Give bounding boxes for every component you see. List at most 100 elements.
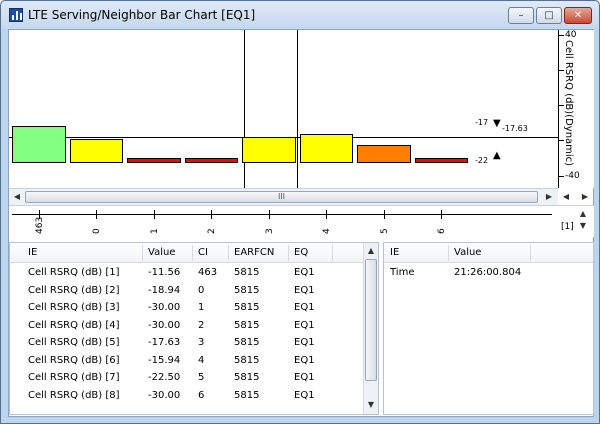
- table-cell: 5: [198, 372, 205, 383]
- x-tick: [96, 210, 98, 219]
- bar-chart-icon: [9, 8, 23, 22]
- table-cell: Cell RSRQ (dB) [2]: [28, 284, 120, 296]
- info-panel: IE Value Time 21:26:00.804: [383, 242, 594, 415]
- maximize-button[interactable]: □: [536, 7, 562, 24]
- scrollbar-thumb[interactable]: [365, 259, 377, 381]
- marker-down-icon: ▼: [493, 118, 501, 129]
- maximize-icon: □: [544, 10, 554, 21]
- col-header-value[interactable]: Value: [148, 247, 175, 258]
- horizontal-scrollbar[interactable]: ◀ III ▶ ◀ ▶: [9, 188, 588, 205]
- table-cell: -30.00: [148, 389, 181, 401]
- table-cell: EQ1: [294, 319, 315, 331]
- scroll-right-icon[interactable]: ▶: [543, 191, 555, 203]
- x-tick-label: 6: [437, 228, 448, 234]
- table-row[interactable]: Cell RSRQ (dB) [3] -30.00 1 5815 EQ1: [10, 300, 378, 317]
- table-row[interactable]: Cell RSRQ (dB) [5] -17.63 3 5815 EQ1: [10, 335, 378, 352]
- bar-2[interactable]: [184, 158, 238, 163]
- table-row[interactable]: Cell RSRQ (dB) [4] -30.00 2 5815 EQ1: [10, 318, 378, 335]
- axis-scroll-right-icon[interactable]: ▶: [579, 191, 591, 203]
- scroll-down-icon[interactable]: ▼: [365, 399, 377, 411]
- col-header-eq[interactable]: EQ: [294, 247, 308, 258]
- table-cell: 5815: [234, 372, 260, 383]
- x-tick-label: 463: [34, 216, 45, 234]
- x-tick-label: 2: [207, 228, 218, 234]
- table-cell: 3: [198, 337, 205, 348]
- y-tick-label-top: 40: [565, 30, 577, 40]
- table-cell: Cell RSRQ (dB) [5]: [28, 337, 120, 348]
- col-header-earfcn[interactable]: EARFCN: [234, 247, 274, 258]
- col-header-ie[interactable]: IE: [28, 247, 37, 258]
- table-cell: -18.94: [148, 284, 181, 296]
- table-row[interactable]: Cell RSRQ (dB) [1] -11.56 463 5815 EQ1: [10, 265, 378, 282]
- column-divider: [297, 30, 298, 188]
- bar-3[interactable]: [242, 136, 296, 163]
- table-cell: 5815: [234, 302, 260, 313]
- bar-4[interactable]: [299, 133, 353, 163]
- y-tick-label-bottom: -40: [565, 171, 580, 181]
- table-cell: 5815: [234, 354, 260, 366]
- col-header-ie[interactable]: IE: [390, 247, 399, 258]
- table-cell: 4: [198, 354, 205, 366]
- col-header-value[interactable]: Value: [454, 247, 481, 258]
- table-cell: -11.56: [148, 267, 181, 278]
- scroll-up-icon[interactable]: ▲: [365, 245, 377, 257]
- title-bar[interactable]: LTE Serving/Neighbor Bar Chart [EQ1] – □…: [1, 1, 599, 29]
- cell-list-panel: IE Value CI EARFCN EQ Cell RSRQ (dB) [1]…: [9, 242, 379, 415]
- marker-bottom-label: -22: [475, 156, 489, 165]
- scroll-left-icon[interactable]: ◀: [11, 191, 23, 203]
- table-cell: 5815: [234, 337, 260, 348]
- table-cell: Cell RSRQ (dB) [7]: [28, 372, 120, 383]
- y-tick: [559, 35, 564, 36]
- spin-up-icon[interactable]: ▲: [576, 208, 590, 220]
- table-row[interactable]: Cell RSRQ (dB) [2] -18.94 0 5815 EQ1: [10, 283, 378, 300]
- table-cell: EQ1: [294, 284, 315, 296]
- x-tick-label: 1: [149, 228, 160, 234]
- marker-up-icon: ▲: [493, 150, 501, 161]
- x-axis: [1] 463 0 1 2 3 4 5 6: [9, 205, 594, 237]
- x-tick-label: 4: [322, 228, 333, 234]
- window-title: LTE Serving/Neighbor Bar Chart [EQ1]: [28, 8, 256, 22]
- bar-1[interactable]: [127, 158, 181, 163]
- marker-value-label: -17.63: [502, 124, 528, 133]
- table-cell: -15.94: [148, 354, 181, 366]
- vertical-scrollbar[interactable]: ▲ ▼: [363, 243, 378, 414]
- x-tick: [326, 210, 328, 219]
- minimize-icon: –: [518, 10, 524, 21]
- table-cell: 5815: [234, 319, 260, 331]
- y-tick: [559, 176, 564, 177]
- table-row[interactable]: Cell RSRQ (dB) [8] -30.00 6 5815 EQ1: [10, 388, 378, 405]
- bar-0[interactable]: [69, 138, 123, 163]
- table-cell: EQ1: [294, 389, 315, 401]
- axis-scroll-left-icon[interactable]: ◀: [560, 191, 572, 203]
- window: LTE Serving/Neighbor Bar Chart [EQ1] – □…: [0, 0, 600, 424]
- x-tick-label: 5: [379, 228, 390, 234]
- info-table-header: IE Value: [384, 243, 593, 263]
- x-tick: [268, 210, 270, 219]
- page-spinner[interactable]: ▲ ▼: [576, 208, 590, 236]
- y-axis: 40 -40 Cell RSRQ (dB)(Dynamic): [558, 30, 594, 188]
- table-cell: 5815: [234, 389, 260, 401]
- column-divider: [244, 30, 245, 188]
- minimize-button[interactable]: –: [508, 7, 534, 24]
- close-icon: ✕: [573, 10, 583, 21]
- scrollbar-thumb[interactable]: III: [25, 191, 538, 203]
- bar-5[interactable]: [357, 145, 411, 163]
- x-tick-label: 0: [92, 228, 103, 234]
- table-row[interactable]: Time 21:26:00.804: [384, 265, 593, 282]
- table-row[interactable]: Cell RSRQ (dB) [6] -15.94 4 5815 EQ1: [10, 353, 378, 370]
- table-cell: Cell RSRQ (dB) [8]: [28, 389, 120, 401]
- x-tick: [383, 210, 385, 219]
- client-area: 40 -40 Cell RSRQ (dB)(Dynamic) -17 ▼ -17…: [8, 29, 594, 417]
- close-button[interactable]: ✕: [564, 7, 592, 24]
- table-row[interactable]: Cell RSRQ (dB) [7] -22.50 5 5815 EQ1: [10, 370, 378, 387]
- y-axis-title: Cell RSRQ (dB)(Dynamic): [563, 40, 574, 167]
- table-cell: -22.50: [148, 372, 181, 383]
- x-axis-line: [12, 214, 552, 215]
- bar-463[interactable]: [12, 125, 66, 163]
- col-header-ci[interactable]: CI: [198, 247, 208, 258]
- bar-6[interactable]: [414, 158, 468, 163]
- cell-table-header: IE Value CI EARFCN EQ: [10, 243, 378, 263]
- table-cell: EQ1: [294, 267, 315, 278]
- table-cell: -17.63: [148, 337, 181, 348]
- spin-down-icon[interactable]: ▼: [576, 220, 590, 232]
